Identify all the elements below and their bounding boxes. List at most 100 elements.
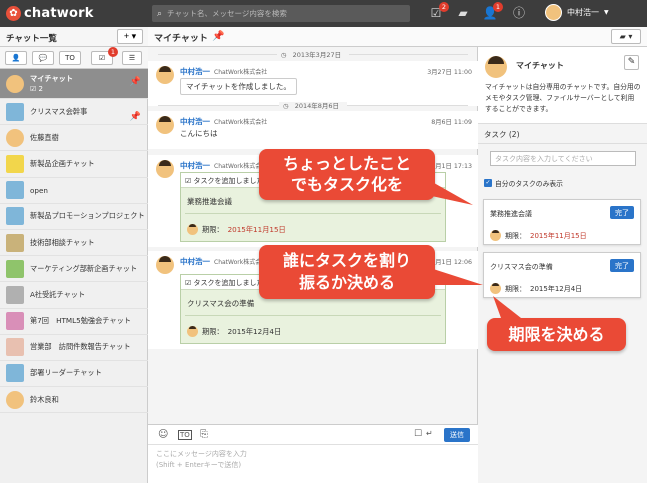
assignee-avatar: [187, 224, 198, 235]
enter-send-checkbox[interactable]: ☐: [414, 429, 422, 439]
room-item[interactable]: 営業部 訪問件数報告チャット: [0, 335, 148, 361]
room-name: 鈴木良和: [30, 394, 59, 404]
task-head: タスクを追加しました: [193, 279, 264, 287]
task-icon: ☑: [185, 279, 192, 287]
pin-icon[interactable]: 📌: [130, 77, 141, 87]
filter-contact-button[interactable]: 👤: [5, 51, 27, 65]
complete-task-button[interactable]: 完了: [610, 259, 634, 272]
room-item[interactable]: open: [0, 178, 148, 204]
task-icon[interactable]: ☑ 2: [428, 2, 449, 21]
room-name: 佐藤直樹: [30, 132, 59, 142]
filter-task-button[interactable]: ☑ 1: [91, 47, 118, 65]
room-item[interactable]: 新製品企画チャット: [0, 151, 148, 178]
task-name: クリスマス会の準備: [490, 263, 553, 271]
filter-task-badge: 1: [108, 47, 118, 57]
composer-toolbar: ☺ TO ⎘ ☐ ↵ 送信: [148, 425, 478, 445]
room-info-panel: ▰ ▾ マイチャット ✎ マイチャットは自分専用のチャットです。自分用のメモやタ…: [478, 27, 647, 483]
my-tasks-label: 自分のタスクのみ表示: [495, 180, 563, 188]
due-date: 2015年11月15日: [227, 224, 286, 234]
message-sender: 中村浩一: [180, 117, 210, 126]
room-item[interactable]: 技術部相談チャット: [0, 230, 148, 257]
room-item[interactable]: 佐藤直樹: [0, 125, 148, 152]
room-name: open: [30, 185, 48, 195]
complete-task-button[interactable]: 完了: [610, 206, 634, 219]
chat-title: マイチャット: [154, 34, 208, 44]
room-item[interactable]: 新製品プロモーションプロジェクト: [0, 204, 148, 230]
to-icon[interactable]: TO: [178, 430, 192, 440]
room-avatar: [6, 364, 24, 383]
room-avatar: [6, 74, 24, 93]
logo[interactable]: ✿ chatwork: [6, 5, 94, 21]
room-name: 技術部相談チャット: [30, 237, 95, 247]
callout-assign: 誰にタスクを割り 振るか決める: [259, 245, 483, 299]
message-avatar: [156, 116, 174, 134]
room-name: 営業部 訪問件数報告チャット: [30, 342, 131, 352]
user-name: 中村浩一: [567, 8, 599, 17]
attach-icon[interactable]: ⎘: [200, 429, 208, 440]
message-input[interactable]: [156, 449, 466, 479]
room-avatar: [6, 312, 24, 331]
callout-due-date: 期限を決める: [487, 296, 626, 351]
room-item[interactable]: 第7回 HTML5勉強会チャット: [0, 309, 148, 335]
chat-list-title: チャット一覧: [6, 34, 57, 44]
assignee-avatar: [490, 230, 501, 241]
chevron-down-icon: ▼: [604, 9, 609, 16]
folder-icon[interactable]: ▰: [455, 6, 471, 21]
room-avatar: [6, 102, 24, 121]
room-item[interactable]: 鈴木良和: [0, 387, 148, 414]
date-separator: ◷ 2013年3月27日: [148, 49, 478, 59]
room-item[interactable]: A社受託チャット: [0, 282, 148, 309]
edit-icon[interactable]: ✎: [624, 55, 639, 70]
task-badge: 2: [439, 2, 449, 12]
emoji-icon[interactable]: ☺: [158, 429, 168, 440]
message-time: 8月6日 11:09: [431, 119, 472, 126]
date-separator: ◷ 2014年8月6日: [148, 100, 478, 110]
task-item: クリスマス会の準備 完了 期限： 2015年12月4日: [483, 252, 641, 298]
room-info-header: ▰ ▾: [478, 27, 647, 47]
add-chat-button[interactable]: + ▾: [117, 29, 143, 44]
filter-list-button[interactable]: ☰: [122, 51, 142, 65]
message-text: こんにちは: [180, 129, 218, 138]
divider: [185, 315, 441, 316]
room-avatar: [6, 259, 24, 278]
task-input[interactable]: [490, 151, 636, 166]
filter-unread-button[interactable]: 💬: [32, 51, 54, 65]
my-tasks-only-toggle[interactable]: ✓ 自分のタスクのみ表示: [484, 178, 563, 188]
message-avatar: [156, 160, 174, 178]
chat-list-panel: チャット一覧 + ▾ 👤 💬 TO ☑ 1 ☰ マイチャット ☑ 2 📌 クリスマ…: [0, 27, 148, 483]
message-text: マイチャットを作成しました。: [180, 78, 297, 95]
task-icon: ☑: [30, 85, 37, 93]
due-date: 2015年12月4日: [530, 284, 583, 293]
info-icon[interactable]: ⓘ: [511, 6, 527, 21]
room-item-my-chat[interactable]: マイチャット ☑ 2 📌: [0, 69, 148, 99]
file-menu-button[interactable]: ▰ ▾: [611, 29, 641, 44]
room-avatar: [6, 390, 24, 409]
search-input[interactable]: [167, 9, 388, 18]
callout-arrow: [493, 296, 521, 318]
message-sender: 中村浩一: [180, 257, 210, 266]
room-avatar: [6, 338, 24, 357]
room-item[interactable]: マーケティング部新企画チャット: [0, 256, 148, 283]
message-sender: 中村浩一: [180, 67, 210, 76]
send-button[interactable]: 送信: [444, 428, 470, 442]
enter-key-icon: ↵: [426, 429, 433, 438]
room-item[interactable]: クリスマス会幹事 📌: [0, 99, 148, 126]
due-date: 2015年12月4日: [227, 326, 282, 336]
callout-text: 誰にタスクを割り: [282, 251, 411, 270]
filter-to-button[interactable]: TO: [59, 51, 81, 65]
user-avatar: [545, 4, 562, 21]
search-box[interactable]: ⌕: [152, 5, 410, 22]
pin-icon[interactable]: 📌: [212, 31, 224, 42]
room-summary: マイチャット ✎ マイチャットは自分専用のチャットです。自分用のメモやタスク管理…: [478, 47, 647, 124]
room-item[interactable]: 部署リーダーチャット: [0, 361, 148, 388]
task-icon: ☑: [98, 54, 106, 62]
divider: [185, 213, 441, 214]
pin-icon[interactable]: 📌: [130, 112, 141, 122]
to-icon: TO: [65, 54, 75, 62]
room-avatar: [6, 154, 24, 173]
task-heading: タスク (2): [478, 124, 647, 144]
user-menu[interactable]: 中村浩一 ▼: [545, 4, 609, 21]
contact-add-icon[interactable]: 👤 1: [482, 2, 503, 21]
room-avatar: [6, 181, 24, 200]
assignee-avatar: [490, 283, 501, 294]
